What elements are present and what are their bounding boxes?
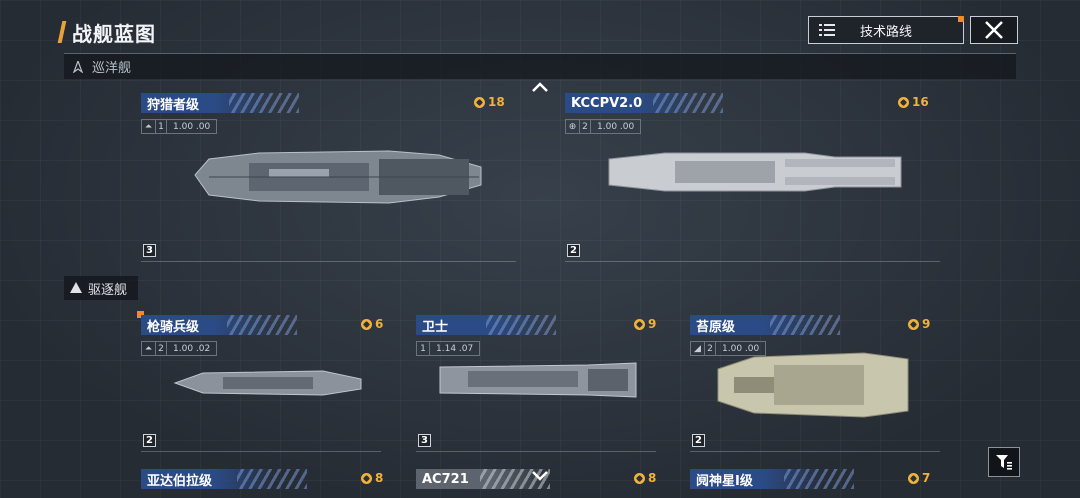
ship-card-lancer[interactable]: 枪骑兵级 6 ⏶ 2 1.00 .02 2 — [137, 311, 383, 453]
ship-name: 苔原级 — [696, 319, 736, 335]
stat-count: 2 — [156, 342, 167, 355]
name-bar-stripes — [227, 315, 297, 335]
ship-blueprint-image — [608, 152, 902, 192]
ship-card-tundra[interactable]: 苔原级 9 ◢ 2 1.00 .00 2 — [690, 315, 940, 453]
filter-icon — [996, 455, 1012, 470]
ship-type-icon: ⏶ — [142, 120, 156, 133]
ship-cost: 9 — [634, 317, 656, 331]
ship-name: 枪骑兵级 — [147, 319, 200, 335]
card-baseline — [565, 261, 940, 262]
name-bar-stripes — [653, 93, 723, 113]
tech-tree-label: 技术路线 — [859, 24, 912, 40]
ship-cost: 9 — [908, 317, 930, 331]
card-baseline — [690, 451, 940, 452]
ship-card-hunter[interactable]: 狩猎者级 18 ⏶ 1 1.00 .00 3 — [141, 93, 516, 263]
destroyer-class-icon — [70, 282, 82, 293]
ship-blueprint-image — [717, 352, 909, 418]
section-label-cruiser: 巡洋舰 — [92, 61, 132, 76]
ship-cost: 6 — [361, 317, 383, 331]
ship-type-icon: ⏶ — [142, 342, 156, 355]
ship-cost-value: 18 — [488, 95, 505, 109]
ship-stats: ⏶ 2 1.00 .02 — [141, 341, 218, 356]
section-header-cruiser[interactable]: 巡洋舰 — [64, 53, 1016, 79]
ship-cost-value: 9 — [648, 317, 657, 331]
stat-count: 1 — [156, 120, 167, 133]
card-baseline — [141, 451, 381, 452]
stat-value: 1.00 .00 — [597, 121, 635, 132]
ship-name: 卫士 — [422, 319, 449, 335]
ship-cost-value: 7 — [922, 471, 931, 485]
ship-blueprint-image — [439, 362, 637, 398]
name-bar-stripes — [486, 315, 556, 335]
ship-level-badge: 3 — [143, 244, 156, 257]
ship-level-badge: 2 — [567, 244, 580, 257]
ship-card-eris[interactable]: 阋神星Ⅰ级 7 — [690, 469, 940, 498]
ship-name: 狩猎者级 — [147, 97, 200, 113]
ship-cost: 18 — [474, 95, 505, 109]
card-baseline — [416, 451, 656, 452]
ship-cost-value: 6 — [375, 317, 384, 331]
ship-cost: 8 — [361, 471, 383, 485]
ship-stats: ⊕ 2 1.00 .00 — [565, 119, 642, 134]
section-label-destroyer: 驱逐舰 — [88, 282, 128, 298]
cost-coin-icon — [634, 318, 645, 330]
ship-cost: 16 — [898, 95, 929, 109]
ship-name: 阋神星Ⅰ级 — [696, 473, 753, 489]
cost-coin-icon — [474, 96, 485, 108]
cost-coin-icon — [634, 472, 645, 484]
close-button[interactable] — [970, 16, 1018, 44]
expand-chevron-icon[interactable] — [531, 469, 549, 481]
ship-level-badge: 2 — [692, 434, 705, 447]
name-bar-stripes — [229, 93, 299, 113]
ship-blueprint-image — [173, 370, 362, 396]
name-bar-stripes — [784, 469, 854, 489]
ship-card-kccpv[interactable]: KCCPV2.0 16 ⊕ 2 1.00 .00 2 — [565, 93, 940, 263]
cost-coin-icon — [908, 472, 919, 484]
ship-card-guardian[interactable]: 卫士 9 1 1.14 .07 3 — [416, 315, 656, 453]
stat-value: 1.14 .07 — [436, 343, 474, 354]
close-icon — [985, 21, 1003, 39]
ship-level-badge: 2 — [143, 434, 156, 447]
page-title: 战舰蓝图 — [57, 18, 156, 46]
ship-cost-value: 8 — [648, 471, 657, 485]
ship-card-aldabra[interactable]: 亚达伯拉级 8 — [141, 469, 383, 498]
name-bar-stripes — [237, 469, 307, 489]
ship-type-icon: ◢ — [691, 342, 705, 355]
ship-stats: ⏶ 1 1.00 .00 — [141, 119, 218, 134]
notification-dot — [958, 16, 964, 22]
ship-name: KCCPV2.0 — [571, 95, 643, 111]
ship-name: AC721 — [422, 471, 469, 487]
card-baseline — [141, 261, 516, 262]
cost-coin-icon — [361, 472, 372, 484]
filter-button[interactable] — [988, 447, 1020, 477]
ship-name: 亚达伯拉级 — [147, 473, 213, 489]
list-icon — [819, 24, 835, 36]
ship-blueprint-image — [194, 150, 482, 204]
page-title-text: 战舰蓝图 — [72, 21, 156, 46]
cost-coin-icon — [898, 96, 909, 108]
tech-tree-button[interactable]: 技术路线 — [808, 16, 964, 44]
stat-value: 1.00 .02 — [173, 343, 211, 354]
ship-cost-value: 8 — [375, 471, 384, 485]
stat-count: 1 — [417, 342, 430, 355]
cruiser-class-icon — [72, 60, 84, 73]
cost-coin-icon — [361, 318, 372, 330]
ship-cost-value: 9 — [922, 317, 931, 331]
ship-cost: 7 — [908, 471, 930, 485]
stat-value: 1.00 .00 — [173, 121, 211, 132]
collapse-chevron-icon[interactable] — [531, 81, 549, 93]
globe-icon: ⊕ — [566, 120, 580, 133]
ship-level-badge: 3 — [418, 434, 431, 447]
ship-stats: 1 1.14 .07 — [416, 341, 481, 356]
name-bar-stripes — [770, 315, 840, 335]
ship-cost-value: 16 — [912, 95, 929, 109]
cost-coin-icon — [908, 318, 919, 330]
section-header-destroyer[interactable]: 驱逐舰 — [64, 276, 138, 300]
stat-count: 2 — [580, 120, 591, 133]
ship-cost: 8 — [634, 471, 656, 485]
